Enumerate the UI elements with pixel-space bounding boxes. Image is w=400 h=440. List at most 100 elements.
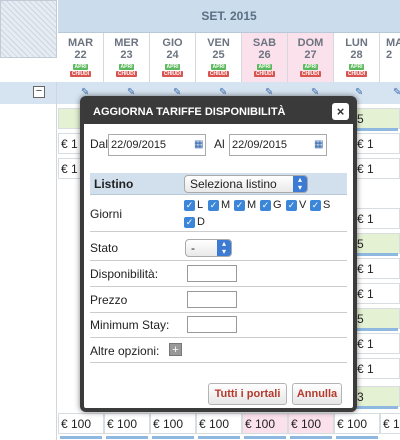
price-cell[interactable]: € 100 bbox=[150, 413, 196, 434]
day-checkbox[interactable]: ✓ M bbox=[234, 199, 256, 211]
status-bar bbox=[356, 128, 398, 131]
open-tag[interactable]: APRI bbox=[210, 64, 227, 70]
open-tag[interactable]: APRI bbox=[302, 64, 319, 70]
day-number: 22 bbox=[74, 49, 87, 61]
close-tag[interactable]: CHIUDI bbox=[299, 71, 322, 77]
plus-icon[interactable]: + bbox=[169, 343, 182, 356]
availability-cell[interactable]: 5 bbox=[354, 108, 400, 129]
status-bar bbox=[152, 436, 194, 439]
minstay-label: Minimum Stay: bbox=[90, 318, 170, 332]
price-cell[interactable]: € 1 bbox=[354, 208, 400, 229]
day-header[interactable]: MA 2 bbox=[380, 33, 400, 82]
room-column bbox=[0, 82, 57, 440]
day-name: DOM bbox=[297, 37, 324, 49]
stato-select[interactable]: - ▴ ▾ bbox=[185, 239, 232, 257]
availability-cell[interactable]: 5 bbox=[354, 308, 400, 329]
all-portals-button[interactable]: Tutti i portali bbox=[208, 383, 287, 405]
price-cell[interactable]: € 100 bbox=[196, 413, 242, 434]
prezzo-label: Prezzo bbox=[90, 293, 128, 307]
day-checkbox[interactable]: ✓ G bbox=[260, 199, 282, 211]
close-tag[interactable]: CHIUDI bbox=[115, 71, 138, 77]
open-tag[interactable]: APRI bbox=[348, 64, 365, 70]
availability-cell[interactable]: 5 bbox=[354, 233, 400, 254]
listino-select[interactable]: Seleziona listino ▴ ▾ bbox=[184, 175, 308, 193]
close-tag[interactable]: CHIUDI bbox=[69, 71, 92, 77]
close-tag[interactable]: CHIUDI bbox=[345, 71, 368, 77]
pencil-icon[interactable]: ✎ bbox=[393, 87, 400, 98]
collapse-button[interactable]: − bbox=[33, 86, 45, 98]
day-checkbox[interactable]: ✓ V bbox=[286, 199, 306, 211]
price-cell[interactable]: € 100 bbox=[58, 413, 104, 434]
open-tag[interactable]: APRI bbox=[164, 64, 181, 70]
close-tag[interactable]: CHIUDI bbox=[207, 71, 230, 77]
open-tag[interactable]: APRI bbox=[118, 64, 135, 70]
close-tag[interactable]: CHIUDI bbox=[161, 71, 184, 77]
altre-opzioni-label: Altre opzioni: bbox=[90, 344, 160, 358]
divider bbox=[90, 231, 347, 232]
price-cell[interactable]: € 100 bbox=[242, 413, 288, 434]
status-bar bbox=[356, 328, 398, 331]
status-bar bbox=[356, 253, 398, 256]
checkmark-icon: ✓ bbox=[310, 199, 321, 211]
open-tag[interactable]: APRI bbox=[256, 64, 273, 70]
day-number: 27 bbox=[304, 49, 317, 61]
day-number: 25 bbox=[212, 49, 225, 61]
close-icon[interactable]: × bbox=[332, 103, 349, 120]
day-header[interactable]: LUN 28 APRI CHIUDI bbox=[334, 33, 380, 82]
day-checkbox[interactable]: ✓ M bbox=[208, 199, 230, 211]
price-cell[interactable]: € 1 bbox=[354, 283, 400, 304]
from-date-input[interactable]: 22/09/2015 bbox=[108, 134, 206, 156]
price-cell[interactable]: € 1 bbox=[354, 358, 400, 379]
pencil-icon[interactable]: ✎ bbox=[355, 87, 363, 98]
day-header[interactable]: MAR 22 APRI CHIUDI bbox=[58, 33, 104, 82]
calendar-icon[interactable]: ▦ bbox=[194, 139, 203, 150]
stato-label: Stato bbox=[90, 241, 119, 255]
day-number: 24 bbox=[166, 49, 179, 61]
day-number: 28 bbox=[350, 49, 363, 61]
price-cell[interactable]: € 1 bbox=[354, 333, 400, 354]
checkmark-icon: ✓ bbox=[234, 199, 245, 211]
status-bar bbox=[336, 436, 378, 439]
price-cell[interactable]: € 1 bbox=[380, 413, 400, 434]
price-cell[interactable]: € 1 bbox=[354, 258, 400, 279]
price-cell[interactable]: € 100 bbox=[288, 413, 334, 434]
cancel-button[interactable]: Annulla bbox=[292, 383, 342, 405]
day-header[interactable]: MER 23 APRI CHIUDI bbox=[104, 33, 150, 82]
open-tag[interactable]: APRI bbox=[72, 64, 89, 70]
price-cell[interactable]: € 100 bbox=[104, 413, 150, 434]
minstay-input[interactable] bbox=[187, 316, 237, 333]
status-bar bbox=[290, 436, 332, 439]
to-date-input[interactable]: 22/09/2015 bbox=[229, 134, 327, 156]
status-bar bbox=[106, 436, 148, 439]
day-name: MA bbox=[386, 37, 400, 49]
day-checkbox[interactable]: ✓ D bbox=[184, 216, 205, 228]
day-header[interactable]: GIO 24 APRI CHIUDI bbox=[150, 33, 196, 82]
to-label: Al bbox=[214, 137, 225, 151]
divider bbox=[90, 362, 347, 363]
listino-value: Seleziona listino bbox=[190, 177, 277, 191]
day-name: SAB bbox=[252, 37, 277, 49]
calendar-icon[interactable]: ▦ bbox=[314, 139, 323, 150]
checkmark-icon: ✓ bbox=[184, 199, 195, 211]
day-checkbox[interactable]: ✓ S bbox=[310, 199, 330, 211]
day-name: VEN bbox=[207, 37, 230, 49]
price-cell[interactable]: € 1 bbox=[354, 158, 400, 179]
checkmark-icon: ✓ bbox=[260, 199, 271, 211]
price-cell[interactable]: € 1 bbox=[354, 133, 400, 154]
disponibilita-input[interactable] bbox=[187, 265, 237, 282]
prezzo-input[interactable] bbox=[187, 291, 237, 308]
listino-row: Listino Seleziona listino ▴ ▾ bbox=[90, 173, 347, 195]
day-checkbox[interactable]: ✓ L bbox=[184, 199, 203, 211]
divider bbox=[90, 260, 347, 261]
day-header[interactable]: VEN 25 APRI CHIUDI bbox=[196, 33, 242, 82]
giorni-label: Giorni bbox=[90, 207, 123, 221]
price-cell[interactable]: € 100 bbox=[334, 413, 380, 434]
checkmark-icon: ✓ bbox=[208, 199, 219, 211]
availability-cell[interactable]: 3 bbox=[354, 386, 400, 407]
day-header[interactable]: SAB 26 APRI CHIUDI bbox=[242, 33, 288, 82]
day-header[interactable]: DOM 27 APRI CHIUDI bbox=[288, 33, 334, 82]
close-tag[interactable]: CHIUDI bbox=[253, 71, 276, 77]
day-number: 23 bbox=[120, 49, 133, 61]
day-number: 26 bbox=[258, 49, 271, 61]
status-bar bbox=[356, 406, 398, 409]
